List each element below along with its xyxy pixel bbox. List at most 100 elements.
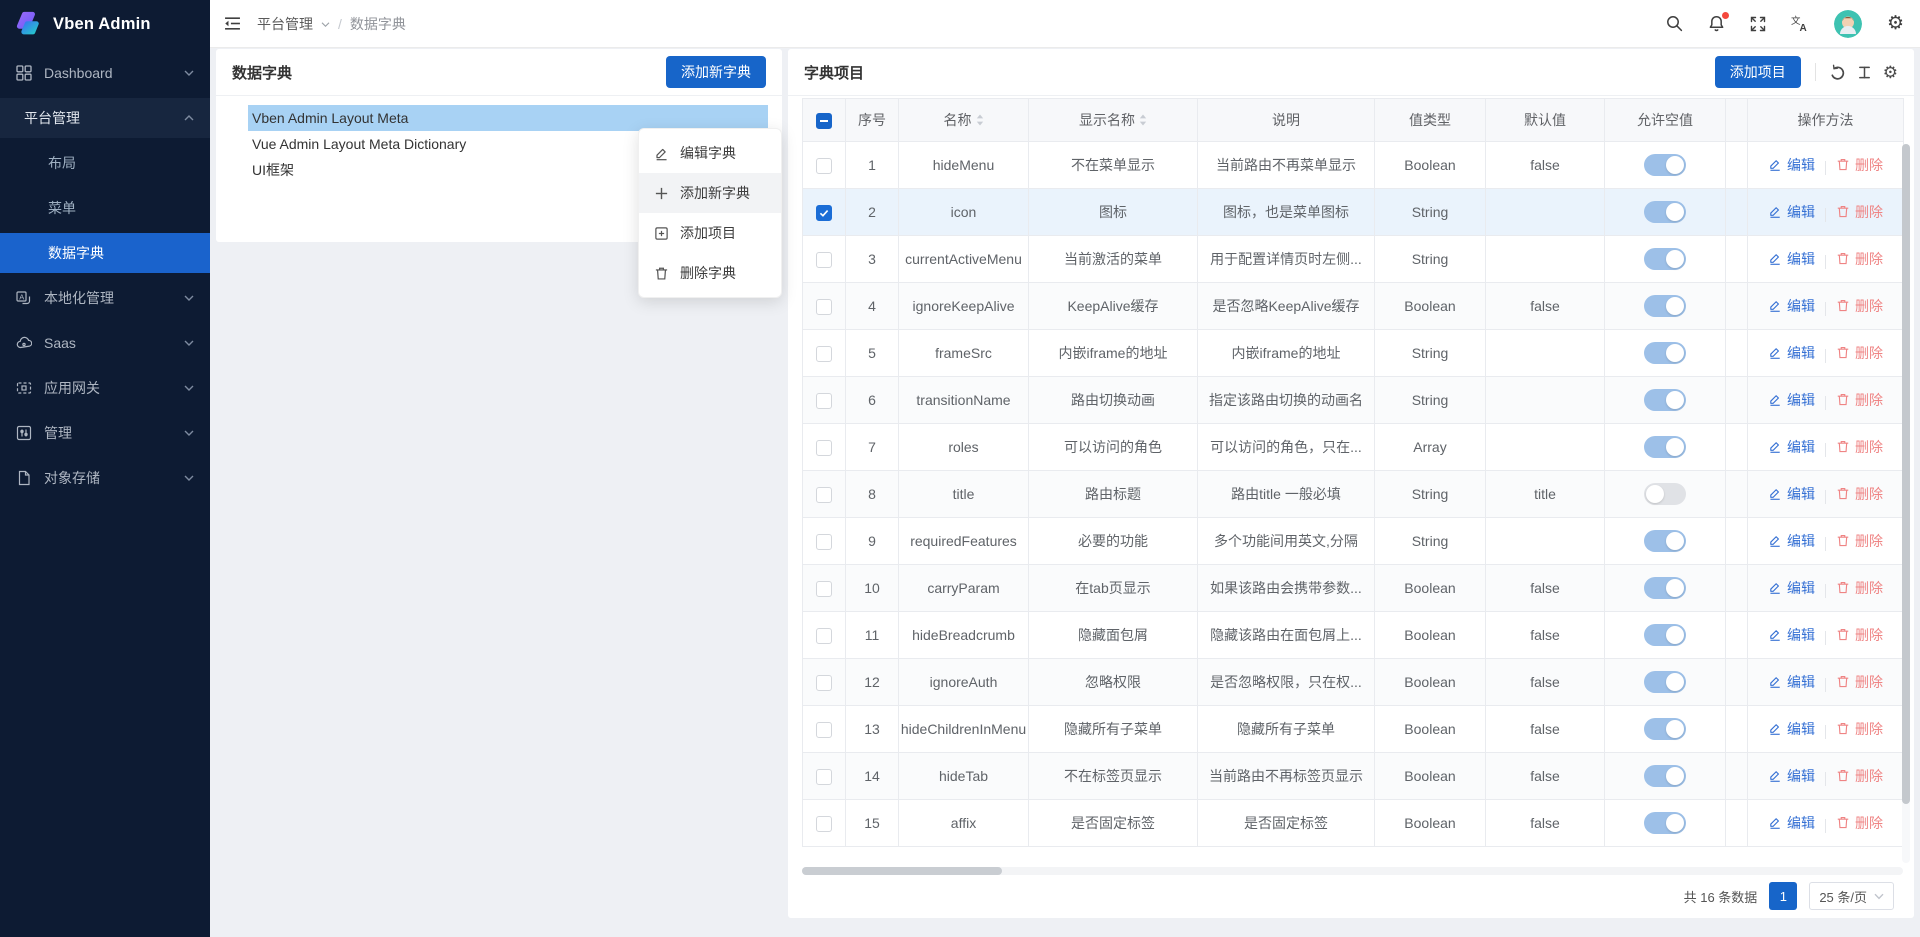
delete-link[interactable]: 删除 (1836, 390, 1883, 410)
edit-link[interactable]: 编辑 (1768, 766, 1815, 786)
edit-link[interactable]: 编辑 (1768, 296, 1815, 316)
allow-empty-toggle[interactable] (1644, 718, 1686, 740)
allow-empty-toggle[interactable] (1644, 671, 1686, 693)
sidebar-item-platform-management[interactable]: 平台管理 (0, 98, 210, 138)
sidebar-item-data-dictionary[interactable]: 数据字典 (0, 233, 210, 273)
table-row[interactable]: 10carryParam在tab页显示如果该路由会携带参数...Booleanf… (803, 565, 1904, 612)
row-checkbox[interactable] (816, 581, 832, 597)
col-header-display-name[interactable]: 显示名称 (1029, 99, 1198, 142)
translate-icon[interactable]: 文A (1791, 15, 1809, 32)
row-checkbox[interactable] (816, 299, 832, 315)
table-settings-gear-icon[interactable]: ⚙ (1883, 64, 1898, 81)
add-dictionary-button[interactable]: 添加新字典 (666, 56, 766, 88)
delete-link[interactable]: 删除 (1836, 202, 1883, 222)
allow-empty-toggle[interactable] (1644, 765, 1686, 787)
sidebar-item-layout[interactable]: 布局 (0, 143, 210, 183)
delete-link[interactable]: 删除 (1836, 531, 1883, 551)
sidebar-item-management[interactable]: 管理 (0, 413, 210, 453)
settings-gear-icon[interactable]: ⚙ (1887, 14, 1904, 33)
allow-empty-toggle[interactable] (1644, 812, 1686, 834)
notifications-bell-icon[interactable] (1708, 15, 1725, 32)
edit-link[interactable]: 编辑 (1768, 813, 1815, 833)
delete-link[interactable]: 删除 (1836, 719, 1883, 739)
context-menu-add-item[interactable]: 添加项目 (639, 213, 781, 253)
allow-empty-toggle[interactable] (1644, 436, 1686, 458)
refresh-icon[interactable] (1829, 64, 1846, 81)
row-checkbox[interactable] (816, 628, 832, 644)
table-row[interactable]: 15affix是否固定标签是否固定标签Booleanfalse编辑删除 (803, 800, 1904, 847)
row-height-icon[interactable] (1857, 65, 1872, 80)
row-checkbox[interactable] (816, 393, 832, 409)
edit-link[interactable]: 编辑 (1768, 625, 1815, 645)
table-row[interactable]: 7roles可以访问的角色可以访问的角色，只在...Array编辑删除 (803, 424, 1904, 471)
allow-empty-toggle[interactable] (1644, 342, 1686, 364)
edit-link[interactable]: 编辑 (1768, 578, 1815, 598)
edit-link[interactable]: 编辑 (1768, 484, 1815, 504)
allow-empty-toggle[interactable] (1644, 154, 1686, 176)
row-checkbox[interactable] (816, 675, 832, 691)
context-menu-add-dictionary[interactable]: 添加新字典 (639, 173, 781, 213)
allow-empty-toggle[interactable] (1644, 577, 1686, 599)
row-checkbox[interactable] (816, 205, 832, 221)
delete-link[interactable]: 删除 (1836, 437, 1883, 457)
delete-link[interactable]: 删除 (1836, 578, 1883, 598)
delete-link[interactable]: 删除 (1836, 249, 1883, 269)
table-row[interactable]: 13hideChildrenInMenu隐藏所有子菜单隐藏所有子菜单Boolea… (803, 706, 1904, 753)
edit-link[interactable]: 编辑 (1768, 531, 1815, 551)
table-row[interactable]: 9requiredFeatures必要的功能多个功能间用英文,分隔String编… (803, 518, 1904, 565)
table-row[interactable]: 8title路由标题路由title 一般必填Stringtitle编辑删除 (803, 471, 1904, 518)
delete-link[interactable]: 删除 (1836, 343, 1883, 363)
app-logo[interactable]: Vben Admin (0, 0, 210, 48)
user-avatar[interactable] (1834, 10, 1862, 38)
table-row[interactable]: 4ignoreKeepAliveKeepAlive缓存是否忽略KeepAlive… (803, 283, 1904, 330)
table-row[interactable]: 1hideMenu不在菜单显示当前路由不再菜单显示Booleanfalse编辑删… (803, 142, 1904, 189)
context-menu-delete-dictionary[interactable]: 删除字典 (639, 253, 781, 293)
row-checkbox[interactable] (816, 816, 832, 832)
edit-link[interactable]: 编辑 (1768, 672, 1815, 692)
edit-link[interactable]: 编辑 (1768, 719, 1815, 739)
sidebar-item-object-storage[interactable]: 对象存储 (0, 458, 210, 498)
add-item-button[interactable]: 添加项目 (1715, 56, 1801, 88)
sidebar-item-app-gateway[interactable]: 应用网关 (0, 368, 210, 408)
row-checkbox[interactable] (816, 534, 832, 550)
delete-link[interactable]: 删除 (1836, 766, 1883, 786)
allow-empty-toggle[interactable] (1644, 248, 1686, 270)
horizontal-scrollbar-thumb[interactable] (802, 867, 1002, 875)
delete-link[interactable]: 删除 (1836, 625, 1883, 645)
sidebar-item-saas[interactable]: Saas (0, 323, 210, 363)
delete-link[interactable]: 删除 (1836, 296, 1883, 316)
table-row[interactable]: 14hideTab不在标签页显示当前路由不再标签页显示Booleanfalse编… (803, 753, 1904, 800)
breadcrumb-parent[interactable]: 平台管理 (257, 14, 313, 34)
pagination-page-1[interactable]: 1 (1769, 882, 1797, 910)
sidebar-item-dashboard[interactable]: Dashboard (0, 53, 210, 93)
table-row[interactable]: 2icon图标图标，也是菜单图标String编辑删除 (803, 189, 1904, 236)
table-row[interactable]: 3currentActiveMenu当前激活的菜单用于配置详情页时左侧...St… (803, 236, 1904, 283)
table-row[interactable]: 11hideBreadcrumb隐藏面包屑隐藏该路由在面包屑上...Boolea… (803, 612, 1904, 659)
edit-link[interactable]: 编辑 (1768, 202, 1815, 222)
row-checkbox[interactable] (816, 346, 832, 362)
sidebar-item-menu[interactable]: 菜单 (0, 188, 210, 228)
page-size-select[interactable]: 25 条/页 (1809, 882, 1894, 910)
row-checkbox[interactable] (816, 252, 832, 268)
table-row[interactable]: 6transitionName路由切换动画指定该路由切换的动画名String编辑… (803, 377, 1904, 424)
table-row[interactable]: 5frameSrc内嵌iframe的地址内嵌iframe的地址String编辑删… (803, 330, 1904, 377)
edit-link[interactable]: 编辑 (1768, 437, 1815, 457)
search-icon[interactable] (1666, 15, 1683, 32)
delete-link[interactable]: 删除 (1836, 672, 1883, 692)
row-checkbox[interactable] (816, 487, 832, 503)
table-row[interactable]: 12ignoreAuth忽略权限是否忽略权限，只在权...Booleanfals… (803, 659, 1904, 706)
row-checkbox[interactable] (816, 440, 832, 456)
edit-link[interactable]: 编辑 (1768, 155, 1815, 175)
fullscreen-icon[interactable] (1750, 16, 1766, 32)
select-all-checkbox[interactable] (816, 113, 832, 129)
row-checkbox[interactable] (816, 158, 832, 174)
edit-link[interactable]: 编辑 (1768, 343, 1815, 363)
col-header-name[interactable]: 名称 (899, 99, 1029, 142)
allow-empty-toggle[interactable] (1644, 624, 1686, 646)
delete-link[interactable]: 删除 (1836, 155, 1883, 175)
horizontal-scrollbar[interactable] (802, 867, 1903, 875)
allow-empty-toggle[interactable] (1644, 201, 1686, 223)
delete-link[interactable]: 删除 (1836, 484, 1883, 504)
edit-link[interactable]: 编辑 (1768, 249, 1815, 269)
allow-empty-toggle[interactable] (1644, 389, 1686, 411)
